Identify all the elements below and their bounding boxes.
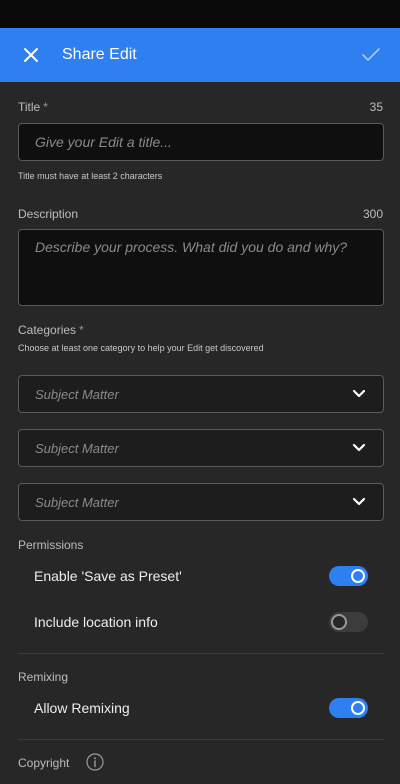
location-info-label: Include location info (34, 614, 158, 630)
category-dropdown-3[interactable]: Subject Matter (18, 483, 384, 521)
copyright-label: Copyright (18, 756, 70, 770)
location-info-toggle[interactable] (329, 612, 368, 632)
toggle-knob (351, 569, 365, 583)
title-field (18, 123, 384, 161)
required-mark: * (43, 100, 48, 114)
category-dropdown-value: Subject Matter (35, 494, 119, 510)
app-bar: Share Edit (0, 28, 400, 82)
allow-remixing-label: Allow Remixing (34, 700, 130, 716)
divider (18, 739, 384, 740)
save-as-preset-toggle[interactable] (329, 566, 368, 586)
close-icon (24, 48, 38, 62)
save-as-preset-label: Enable 'Save as Preset' (34, 568, 182, 584)
info-icon[interactable] (86, 753, 104, 771)
categories-label: Categories * (18, 323, 84, 337)
category-dropdown-1[interactable]: Subject Matter (18, 375, 384, 413)
permissions-label: Permissions (18, 538, 84, 552)
title-input[interactable] (19, 124, 383, 160)
title-hint: Title must have at least 2 characters (18, 171, 163, 181)
allow-remixing-toggle[interactable] (329, 698, 368, 718)
toggle-knob (351, 701, 365, 715)
title-label-text: Title (18, 100, 41, 114)
description-label: Description (18, 207, 79, 221)
chevron-down-icon (351, 386, 367, 402)
close-button[interactable] (18, 42, 44, 68)
description-char-counter: 300 (362, 207, 383, 221)
check-icon (362, 48, 380, 61)
toggle-knob (331, 614, 347, 630)
category-dropdown-2[interactable]: Subject Matter (18, 429, 384, 467)
confirm-button[interactable] (358, 42, 384, 68)
description-input[interactable] (19, 230, 383, 305)
page-title: Share Edit (62, 46, 137, 63)
status-bar (0, 0, 400, 28)
chevron-down-icon (351, 440, 367, 456)
category-dropdown-value: Subject Matter (35, 440, 119, 456)
title-label: Title * (18, 100, 48, 114)
title-char-counter: 35 (369, 100, 383, 114)
categories-hint: Choose at least one category to help you… (18, 343, 264, 353)
required-mark: * (79, 323, 84, 337)
chevron-down-icon (351, 494, 367, 510)
divider (18, 653, 384, 654)
category-dropdown-value: Subject Matter (35, 386, 119, 402)
description-field (18, 229, 384, 306)
categories-label-text: Categories (18, 323, 77, 337)
remixing-label: Remixing (18, 670, 69, 684)
